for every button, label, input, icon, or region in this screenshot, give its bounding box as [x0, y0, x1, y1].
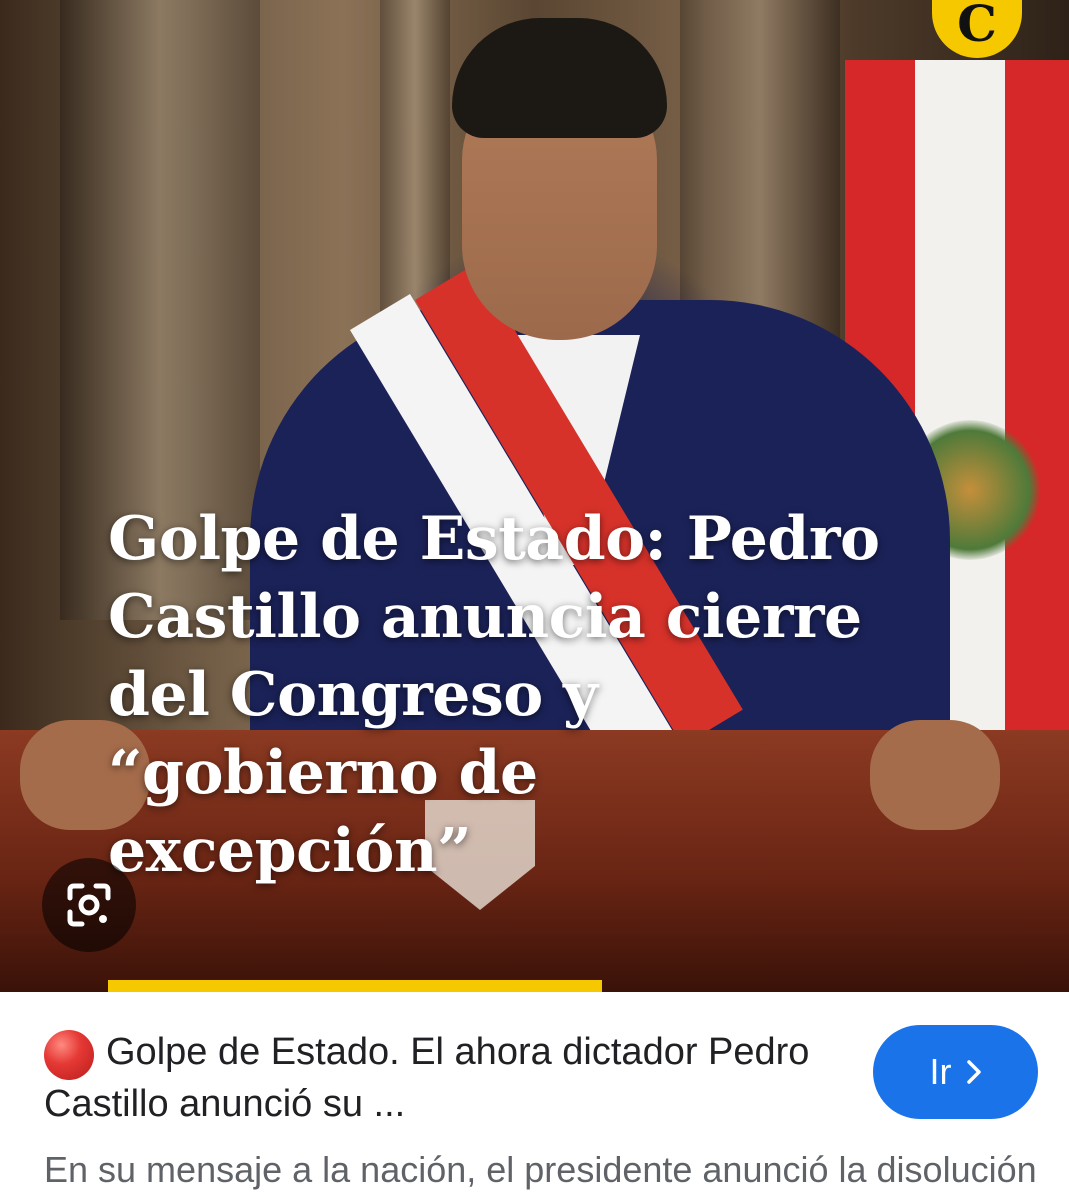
google-lens-icon: [67, 883, 111, 927]
person-hair: [452, 18, 667, 138]
go-button-label: Ir: [929, 1051, 952, 1092]
google-lens-button[interactable]: [42, 858, 136, 952]
logo-letter: C: [957, 0, 997, 53]
go-button[interactable]: Ir: [873, 1025, 1038, 1119]
chevron-right-icon: [966, 1060, 981, 1084]
result-image[interactable]: Golpe de Estado: Pedro Castillo anuncia …: [0, 0, 1069, 992]
result-snippet: En su mensaje a la nación, el presidente…: [44, 1149, 1044, 1190]
result-title[interactable]: Golpe de Estado. El ahora dictador Pedro…: [44, 1026, 854, 1130]
image-headline: Golpe de Estado: Pedro Castillo anuncia …: [108, 504, 880, 886]
el-comercio-logo: C: [932, 0, 1022, 58]
brand-strip: [108, 980, 602, 992]
